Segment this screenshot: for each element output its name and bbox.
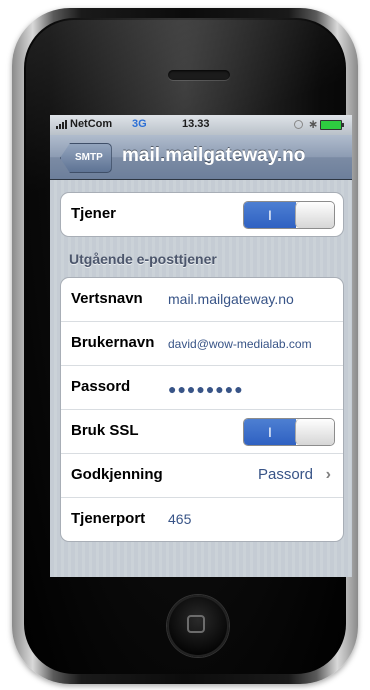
home-button[interactable]: [167, 595, 229, 657]
hostname-label: Vertsnavn: [71, 290, 143, 307]
server-label: Tjener: [71, 205, 117, 222]
outgoing-server-group: Vertsnavn mail.mailgateway.no Brukernavn…: [60, 277, 344, 542]
auth-label: Godkjenning: [71, 466, 163, 483]
ssl-row: Bruk SSL I: [61, 410, 343, 454]
page-title: mail.mailgateway.no: [122, 145, 306, 166]
navigation-bar: SMTP mail.mailgateway.no: [50, 135, 352, 180]
ssl-toggle-on: I: [244, 419, 296, 445]
signal-icon: [56, 120, 67, 129]
port-value[interactable]: 465: [168, 511, 191, 527]
clock: 13.33: [182, 118, 210, 130]
server-row: Tjener I: [61, 193, 343, 236]
back-button[interactable]: SMTP: [60, 143, 112, 173]
battery-icon: [320, 120, 344, 130]
port-row[interactable]: Tjenerport 465: [61, 498, 343, 541]
auth-value: Passord: [257, 466, 313, 483]
password-row[interactable]: Passord ●●●●●●●●: [61, 366, 343, 410]
bluetooth-icon: ∗: [308, 117, 319, 131]
lock-icon: [294, 120, 303, 129]
network-type: 3G: [132, 118, 147, 130]
server-toggle-knob[interactable]: [295, 202, 334, 228]
earpiece-speaker: [168, 70, 230, 80]
server-group: Tjener I: [60, 192, 344, 237]
server-toggle[interactable]: I: [243, 201, 335, 229]
password-label: Passord: [71, 378, 131, 395]
carrier-name: NetCom: [70, 118, 113, 130]
ssl-label: Bruk SSL: [71, 422, 139, 439]
password-value[interactable]: ●●●●●●●●: [168, 381, 244, 397]
port-label: Tjenerport: [71, 510, 146, 527]
section-header: Utgående e-posttjener: [69, 251, 217, 267]
status-bar: NetCom 3G 13.33 ∗: [50, 115, 352, 135]
auth-row[interactable]: Godkjenning Passord ›: [61, 454, 343, 498]
username-row[interactable]: Brukernavn david@wow-medialab.com: [61, 322, 343, 366]
hostname-row[interactable]: Vertsnavn mail.mailgateway.no: [61, 278, 343, 322]
screen: NetCom 3G 13.33 ∗ SMTP mail.mailgateway.…: [50, 115, 352, 577]
chevron-right-icon: ›: [325, 466, 331, 483]
username-label: Brukernavn: [71, 334, 155, 351]
username-value[interactable]: david@wow-medialab.com: [168, 337, 312, 351]
home-button-icon: [187, 615, 205, 633]
server-toggle-on: I: [244, 202, 296, 228]
ssl-toggle[interactable]: I: [243, 418, 335, 446]
ssl-toggle-knob[interactable]: [295, 419, 334, 445]
hostname-value[interactable]: mail.mailgateway.no: [168, 291, 294, 307]
